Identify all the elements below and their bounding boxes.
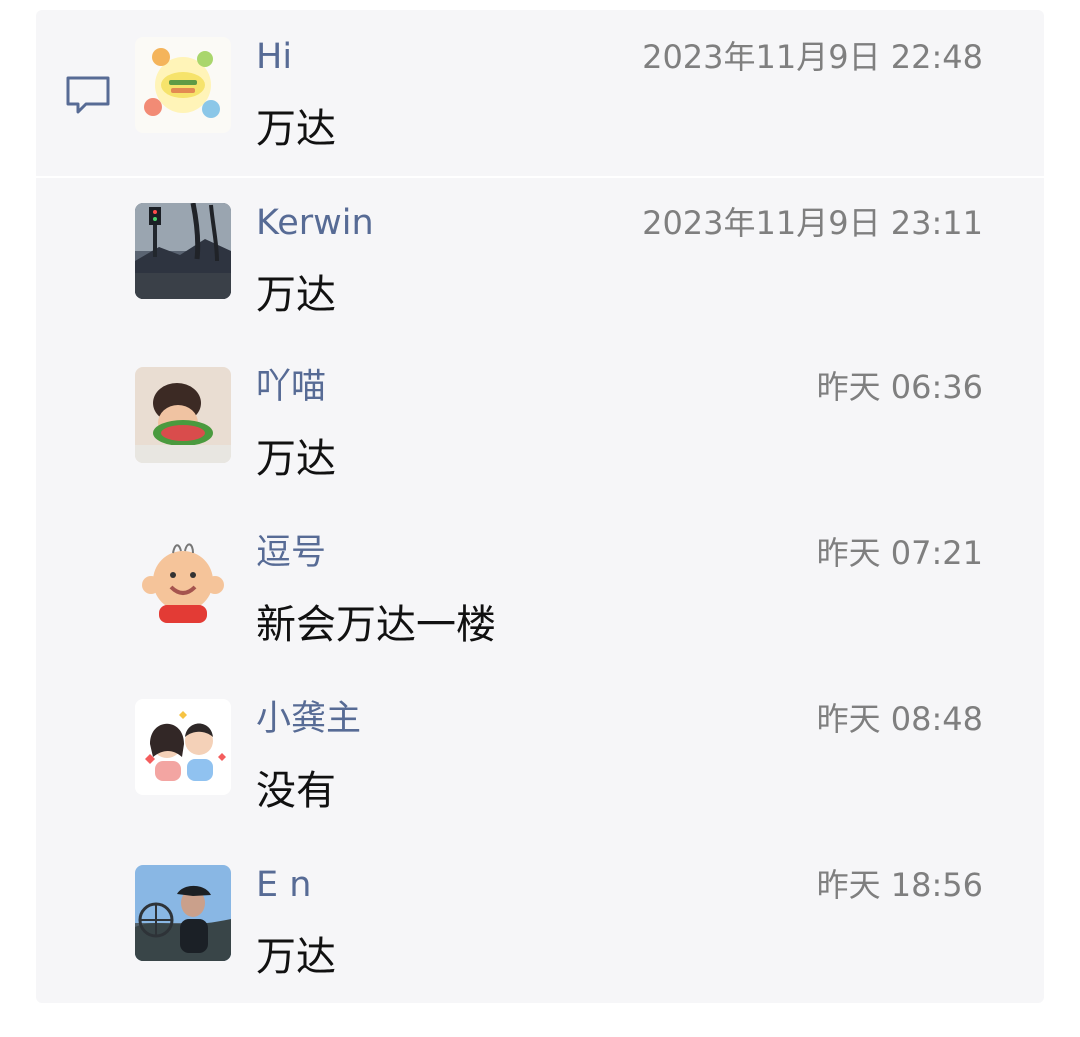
comment-author[interactable]: Kerwin bbox=[256, 202, 374, 244]
comment-item[interactable]: E n 昨天 18:56 万达 bbox=[36, 838, 1044, 1004]
comment-text: 万达 bbox=[256, 272, 336, 318]
comment-time: 2023年11月9日 23:11 bbox=[642, 204, 983, 242]
comment-item[interactable]: 逗号 昨天 07:21 新会万达一楼 bbox=[36, 506, 1044, 672]
avatar[interactable] bbox=[135, 533, 231, 629]
comment-item[interactable]: 小龚主 昨天 08:48 没有 bbox=[36, 672, 1044, 838]
comment-text: 新会万达一楼 bbox=[256, 602, 496, 648]
comment-author[interactable]: Hi bbox=[256, 36, 292, 78]
comment-author[interactable]: 小龚主 bbox=[256, 698, 361, 740]
avatar[interactable] bbox=[135, 865, 231, 961]
cartoon-couple-avatar bbox=[135, 699, 231, 795]
comment-item[interactable]: Hi 2023年11月9日 22:48 万达 bbox=[36, 10, 1044, 178]
street-photo-avatar bbox=[135, 203, 231, 299]
comment-item[interactable]: Kerwin 2023年11月9日 23:11 万达 bbox=[36, 176, 1044, 342]
comment-item[interactable]: 吖喵 昨天 06:36 万达 bbox=[36, 340, 1044, 506]
baby-sticker-avatar bbox=[135, 37, 231, 133]
comment-time: 昨天 07:21 bbox=[816, 534, 983, 572]
comment-author[interactable]: 逗号 bbox=[256, 532, 326, 574]
comment-text: 万达 bbox=[256, 436, 336, 482]
comment-text: 万达 bbox=[256, 106, 336, 152]
comment-author[interactable]: E n bbox=[256, 864, 311, 906]
comment-time: 昨天 06:36 bbox=[816, 368, 983, 406]
avatar[interactable] bbox=[135, 203, 231, 299]
person-photo-avatar bbox=[135, 865, 231, 961]
avatar[interactable] bbox=[135, 699, 231, 795]
comment-time: 昨天 18:56 bbox=[816, 866, 983, 904]
comment-time: 昨天 08:48 bbox=[816, 700, 983, 738]
comment-text: 万达 bbox=[256, 934, 336, 980]
child-watermelon-avatar bbox=[135, 367, 231, 463]
comment-text: 没有 bbox=[256, 768, 336, 814]
comment-time: 2023年11月9日 22:48 bbox=[642, 38, 983, 76]
avatar[interactable] bbox=[135, 37, 231, 133]
comment-author[interactable]: 吖喵 bbox=[256, 366, 326, 408]
cartoon-baby-avatar bbox=[135, 533, 231, 629]
avatar[interactable] bbox=[135, 367, 231, 463]
